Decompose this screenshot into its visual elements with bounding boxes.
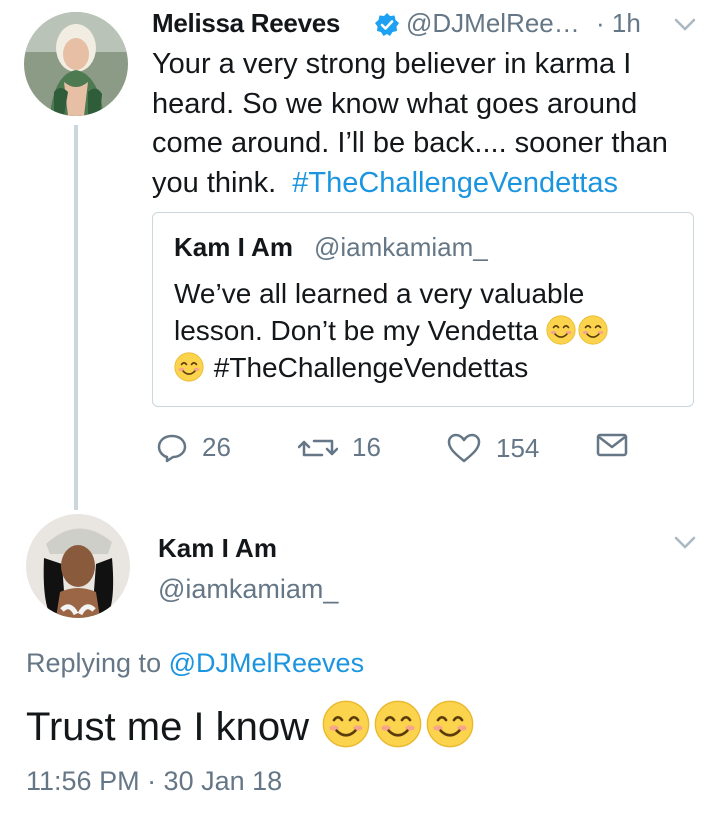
reply-count: 26 <box>202 432 231 462</box>
retweet-button[interactable]: 16 <box>298 432 381 463</box>
reply-timestamp[interactable]: 11:56 PM · 30 Jan 18 <box>26 766 282 797</box>
quoted-text: We’ve all learned a very valuable lesson… <box>174 275 674 386</box>
quoted-author-handle: @iamkamiam_ <box>314 232 488 262</box>
reply-text: Trust me I know <box>26 700 476 750</box>
quoted-body: We’ve all learned a very valuable lesson… <box>174 278 585 346</box>
avatar-kam[interactable] <box>26 514 130 618</box>
thread-line <box>74 125 78 510</box>
tweet-text: Your a very strong believer in karma I h… <box>152 45 697 203</box>
reply-body: Trust me I know <box>26 705 310 749</box>
reply-icon <box>157 434 187 462</box>
retweet-count: 16 <box>352 432 381 462</box>
quoted-author-name: Kam I Am <box>174 232 293 262</box>
like-button[interactable]: 154 <box>446 432 539 464</box>
smiling-face-emoji-icon <box>174 352 204 382</box>
reply-author-handle[interactable]: @iamkamiam_ <box>158 574 338 605</box>
direct-message-button[interactable] <box>596 432 642 458</box>
avatar-melissa[interactable] <box>24 12 128 116</box>
reply-button[interactable]: 26 <box>156 432 231 463</box>
chevron-down-icon[interactable] <box>674 18 696 32</box>
quoted-hashtag: #TheChallengeVendettas <box>213 352 529 383</box>
smiling-face-emoji-icon <box>426 700 474 748</box>
envelope-icon <box>596 433 628 457</box>
verified-badge-icon <box>374 12 400 38</box>
tweet-time[interactable]: · 1h <box>596 8 641 39</box>
replying-to: Replying to @DJMelReeves <box>26 648 364 679</box>
like-count: 154 <box>496 432 540 463</box>
retweet-icon <box>298 439 338 456</box>
smiling-face-emoji-icon <box>578 315 608 345</box>
author-name[interactable]: Melissa Reeves <box>152 8 340 39</box>
hashtag-link[interactable]: #TheChallengeVendettas <box>292 167 618 199</box>
replying-label: Replying to <box>26 648 162 678</box>
smiling-face-emoji-icon <box>322 700 370 748</box>
replying-to-link[interactable]: @DJMelReeves <box>169 648 364 678</box>
author-handle[interactable]: @DJMelRee… <box>406 8 580 39</box>
smiling-face-emoji-icon <box>374 700 422 748</box>
chevron-down-icon[interactable] <box>674 536 696 550</box>
reply-author-name[interactable]: Kam I Am <box>158 533 277 564</box>
heart-icon <box>447 433 481 463</box>
smiling-face-emoji-icon <box>546 315 576 345</box>
